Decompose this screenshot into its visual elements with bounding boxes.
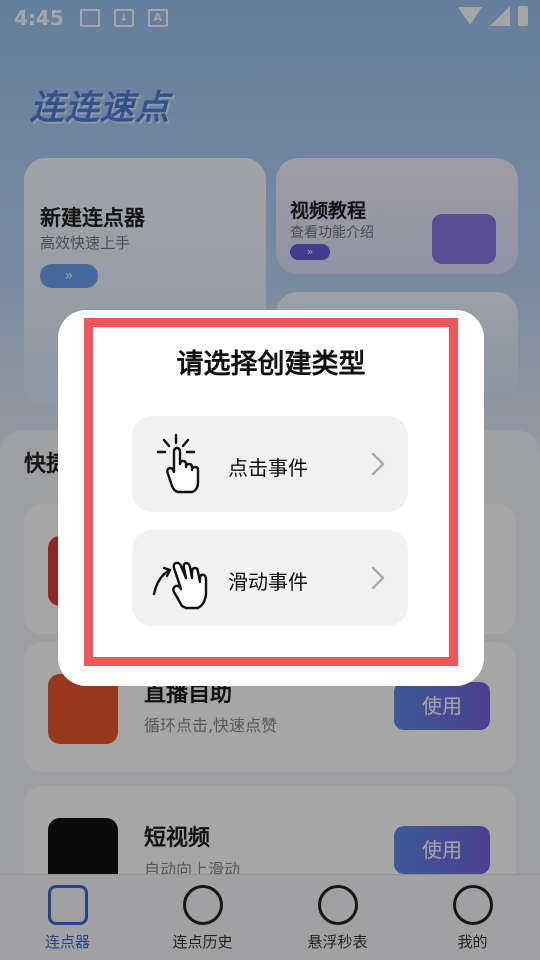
highlight-box [84,318,458,666]
